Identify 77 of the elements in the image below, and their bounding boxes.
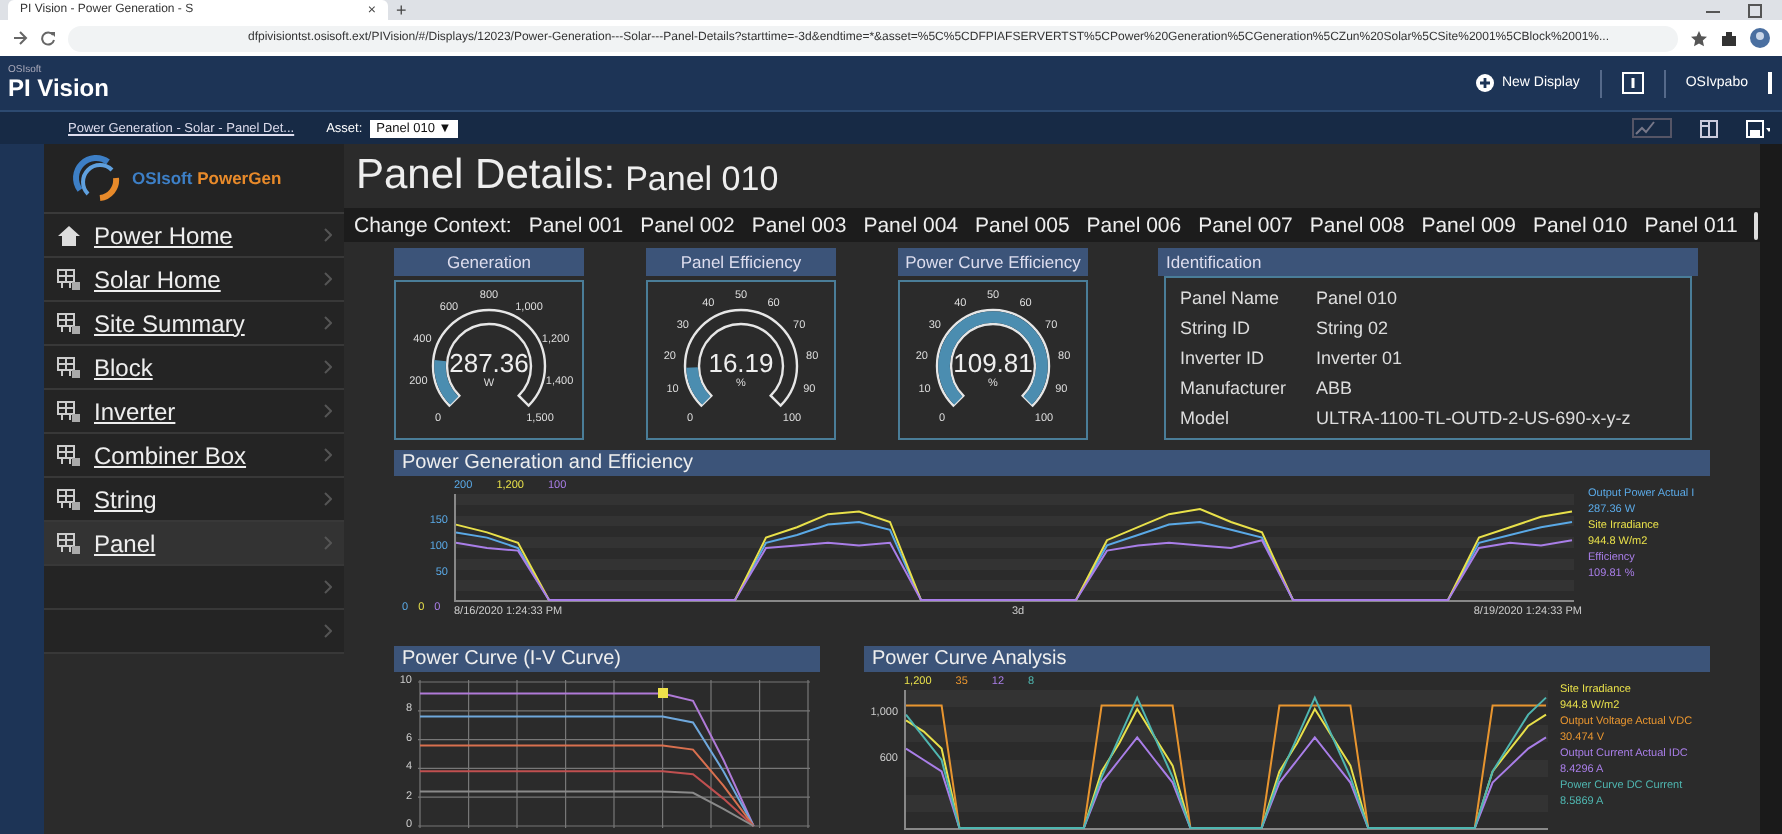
grid-icon <box>56 311 82 335</box>
trend-icon[interactable] <box>1632 118 1672 138</box>
columns-icon[interactable] <box>1700 119 1718 137</box>
gauge-value: 16.19 <box>708 348 774 378</box>
new-tab-button[interactable]: + <box>396 0 407 20</box>
house-icon <box>56 223 82 247</box>
chevron-icon <box>324 624 332 638</box>
logo-icon <box>72 154 120 202</box>
section-title: Power Generation and Efficiency <box>394 450 1710 476</box>
logo-text: OSIsoft PowerGen <box>132 168 282 188</box>
save-icon[interactable] <box>1746 119 1770 137</box>
maximize-icon[interactable] <box>1748 3 1762 17</box>
context-link[interactable]: Panel 011 <box>1644 213 1738 237</box>
extension-icon[interactable] <box>1720 29 1738 47</box>
app-title: PI Vision <box>8 76 109 100</box>
field-value: ULTRA-1100-TL-OUTD-2-US-690-x-y-z <box>1316 405 1633 432</box>
page-title: Panel Details: <box>356 152 616 200</box>
gauge-value: 109.81 <box>953 348 1033 378</box>
chevron-icon <box>324 228 332 242</box>
context-link[interactable]: Panel 003 <box>751 213 847 237</box>
scrollbar-thumb[interactable] <box>1754 211 1758 239</box>
nav-item[interactable]: Combiner Box <box>44 434 344 478</box>
add-icon <box>1475 74 1494 92</box>
nav-item[interactable]: Site Summary <box>44 302 344 346</box>
card-title: Identification <box>1158 248 1698 276</box>
context-link[interactable]: Panel 010 <box>1532 213 1628 237</box>
section-title: Power Curve (I-V Curve) <box>394 646 820 672</box>
grid-icon <box>56 487 82 511</box>
field-label: Model <box>1180 405 1232 431</box>
nav-item[interactable]: Solar Home <box>44 258 344 302</box>
gauge-value: 287.36 <box>449 348 529 378</box>
context-label: Change Context: <box>354 213 512 237</box>
info-icon[interactable] <box>1621 72 1644 94</box>
reload-icon[interactable] <box>40 30 56 46</box>
field-label: Panel Name <box>1180 285 1282 311</box>
chevron-icon <box>324 360 332 374</box>
chevron-icon <box>324 580 332 594</box>
context-link[interactable]: Panel 007 <box>1198 213 1293 237</box>
field-value: Panel 010 <box>1316 285 1400 311</box>
grid-icon <box>56 443 82 467</box>
point-marker <box>657 688 668 699</box>
forward-icon[interactable] <box>12 30 28 46</box>
chevron-icon <box>324 316 332 330</box>
context-link[interactable]: Panel 006 <box>1086 213 1182 237</box>
nav-item[interactable]: Block <box>44 346 344 390</box>
chevron-icon <box>324 272 332 286</box>
grid-icon <box>56 267 82 291</box>
chevron-icon <box>324 404 332 418</box>
page-subtitle: Panel 010 <box>625 157 779 199</box>
star-icon[interactable] <box>1690 29 1708 47</box>
chevron-icon <box>324 536 332 550</box>
section-title: Power Curve Analysis <box>864 646 1710 672</box>
context-link[interactable]: Panel 001 <box>528 213 624 237</box>
nav-item[interactable]: Panel <box>44 522 344 566</box>
grid-icon <box>56 399 82 423</box>
context-link[interactable]: Panel 008 <box>1309 213 1405 237</box>
grid-icon <box>56 531 82 555</box>
context-link[interactable]: Panel 005 <box>975 213 1070 237</box>
context-link[interactable]: Panel 009 <box>1421 213 1516 237</box>
grid-icon <box>56 355 82 379</box>
chevron-icon <box>324 448 332 462</box>
nav-item[interactable]: Power Home <box>44 214 344 258</box>
gauge-title: Generation <box>394 248 584 276</box>
field-value: ABB <box>1316 375 1355 401</box>
field-label: String ID <box>1180 315 1253 342</box>
gauge-title: Power Curve Efficiency <box>898 248 1088 276</box>
avatar-icon[interactable] <box>1750 28 1770 48</box>
gauge-title: Panel Efficiency <box>646 248 836 276</box>
nav-item[interactable]: String <box>44 478 344 522</box>
field-value: Inverter 01 <box>1316 345 1405 371</box>
context-link[interactable]: Panel 002 <box>640 213 735 237</box>
field-label: Manufacturer <box>1180 375 1289 401</box>
chevron-icon <box>324 492 332 506</box>
context-link[interactable]: Panel 004 <box>863 213 958 237</box>
nav-item[interactable]: Inverter <box>44 390 344 434</box>
field-value: String 02 <box>1316 315 1391 342</box>
field-label: Inverter ID <box>1180 345 1267 371</box>
